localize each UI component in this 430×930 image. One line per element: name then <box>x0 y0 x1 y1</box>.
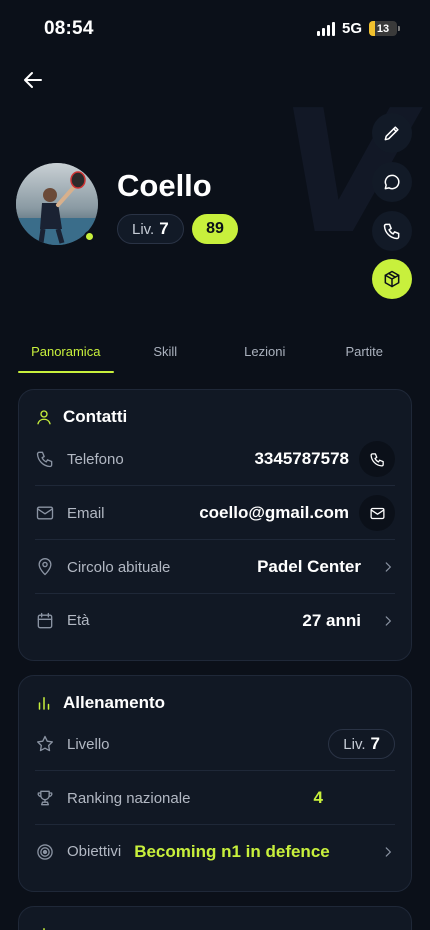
goals-row[interactable]: Obiettivi Becoming n1 in defence <box>35 825 395 878</box>
club-row[interactable]: Circolo abituale Padel Center <box>35 541 395 594</box>
email-row: Email coello@gmail.com <box>35 487 395 540</box>
contacts-card: Contatti Telefono 3345787578 Email coell… <box>18 389 412 661</box>
arrow-left-icon <box>24 72 42 88</box>
age-value: 27 anni <box>302 610 361 630</box>
mail-icon <box>369 507 385 519</box>
profile-name: Coello <box>117 168 212 203</box>
tab-lezioni[interactable]: Lezioni <box>215 336 315 373</box>
status-indicators: 5G 13 <box>316 20 400 37</box>
training-card-title: Allenamento <box>35 693 165 713</box>
level-prefix: Liv. <box>132 220 155 238</box>
call-button[interactable] <box>372 211 412 251</box>
phone-value: 3345787578 <box>254 449 349 468</box>
edit-button[interactable] <box>372 113 412 153</box>
back-button[interactable] <box>22 69 44 91</box>
level-value: 7 <box>159 219 169 238</box>
location-pin-icon <box>35 557 55 577</box>
ranking-label: Ranking nazionale <box>67 789 191 807</box>
contacts-card-title: Contatti <box>35 407 127 427</box>
call-phone-button[interactable] <box>359 441 395 477</box>
level-badge: Liv. 7 <box>117 214 184 244</box>
battery-level: 13 <box>376 22 390 35</box>
phone-icon <box>35 449 55 469</box>
goals-value: Becoming n1 in defence <box>134 841 330 861</box>
avatar <box>16 163 98 245</box>
phone-icon <box>383 223 400 240</box>
user-icon <box>37 410 51 425</box>
network-type: 5G <box>341 20 362 37</box>
signal-icon <box>316 21 335 36</box>
pencil-icon <box>384 126 399 141</box>
club-label: Circolo abituale <box>67 558 171 576</box>
phone-label: Telefono <box>67 450 124 468</box>
age-row[interactable]: Età 27 anni <box>35 594 395 647</box>
contacts-title-text: Contatti <box>63 407 128 426</box>
phone-icon <box>369 452 384 467</box>
star-icon <box>35 734 55 754</box>
tab-skill[interactable]: Skill <box>116 336 216 373</box>
club-value: Padel Center <box>257 557 361 576</box>
chevron-right-icon <box>375 845 395 859</box>
chevron-right-icon <box>375 560 395 574</box>
send-email-button[interactable] <box>359 495 395 531</box>
level-pill: Liv. 7 <box>328 729 395 759</box>
battery-icon: 13 <box>369 21 397 36</box>
card-icon <box>43 928 45 930</box>
score-badge: 89 <box>192 214 238 244</box>
chat-bubble-icon <box>384 174 400 190</box>
email-value: coello@gmail.com <box>199 503 349 522</box>
bar-chart-icon <box>38 697 50 710</box>
age-label: Età <box>67 612 90 629</box>
target-icon <box>35 842 55 862</box>
level-pill-value: 7 <box>370 734 380 753</box>
email-label: Email <box>67 504 105 522</box>
online-status-dot <box>84 231 95 242</box>
trophy-icon <box>35 788 55 808</box>
level-pill-prefix: Liv. <box>343 735 366 753</box>
goals-label: Obiettivi <box>67 843 122 860</box>
calendar-icon <box>35 611 55 631</box>
level-label: Livello <box>67 735 110 753</box>
training-title-text: Allenamento <box>63 693 166 712</box>
phone-row: Telefono 3345787578 <box>35 433 395 486</box>
ranking-value: 4 <box>313 788 323 807</box>
tab-partite[interactable]: Partite <box>315 336 415 373</box>
status-time: 08:54 <box>44 18 94 39</box>
ranking-row: Ranking nazionale 4 <box>35 772 395 825</box>
message-button[interactable] <box>372 162 412 202</box>
level-row: Livello Liv. 7 <box>35 718 395 771</box>
box-icon <box>384 270 400 288</box>
chevron-right-icon <box>375 614 395 628</box>
mail-icon <box>35 503 55 523</box>
tab-bar: Panoramica Skill Lezioni Partite <box>16 336 414 373</box>
training-card: Allenamento Livello Liv. 7 Ranking nazio… <box>18 675 412 892</box>
next-card <box>18 906 412 930</box>
package-button[interactable] <box>372 259 412 299</box>
tab-panoramica[interactable]: Panoramica <box>16 336 116 373</box>
